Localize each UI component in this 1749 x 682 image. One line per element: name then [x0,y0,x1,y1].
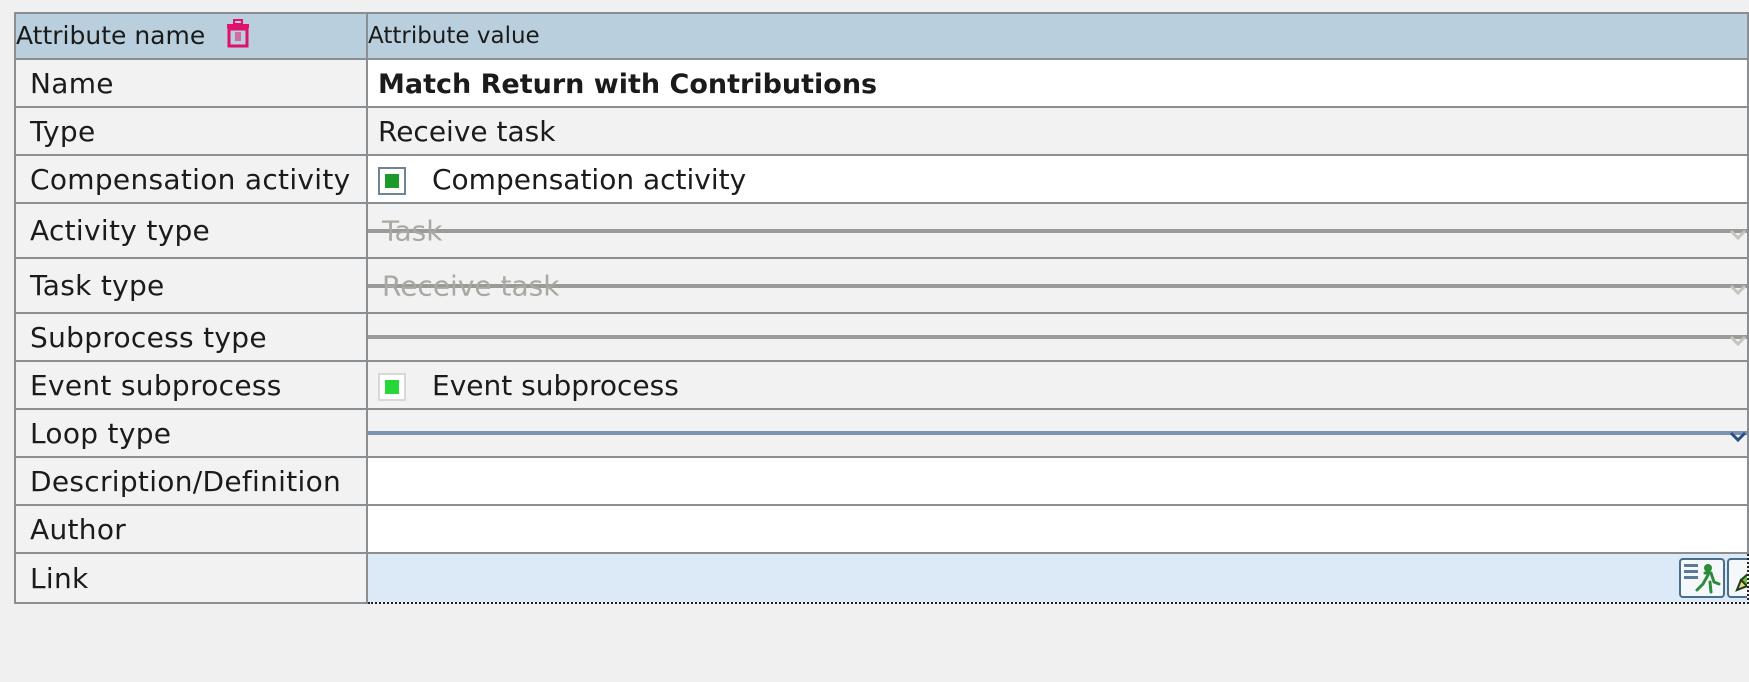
trash-icon[interactable] [223,18,253,54]
task-type-label: Task type [14,257,368,314]
name-label: Name [14,58,368,108]
event-subprocess-label: Event subprocess [14,360,368,410]
table-row-link: Link [14,552,1749,604]
task-type-cell: Receive task [366,257,1749,314]
task-type-value: Receive task [382,269,560,302]
run-link-icon[interactable] [1679,558,1725,598]
description-label: Description/Definition [14,456,368,506]
activity-type-dropdown: Task [369,214,1746,247]
event-subprocess-checkbox [378,372,406,401]
attributes-table: Attribute name Attribute value Name Matc… [14,12,1749,604]
table-row-name: Name Match Return with Contributions [14,58,1749,108]
subprocess-type-label: Subprocess type [14,312,368,362]
loop-type-cell [366,408,1749,458]
table-row-type: Type Receive task [14,106,1749,156]
compensation-activity-checkbox-label[interactable]: Compensation activity [432,163,746,196]
table-row-author: Author [14,504,1749,554]
type-label: Type [14,106,368,156]
link-value-field[interactable] [366,552,1749,604]
author-value-field[interactable] [366,504,1749,554]
activity-type-value: Task [382,214,443,247]
checkbox-fill [385,173,399,188]
compensation-activity-label: Compensation activity [14,154,368,204]
author-label: Author [14,504,368,554]
table-row-event-subprocess: Event subprocess Event subprocess [14,360,1749,410]
loop-type-label: Loop type [14,408,368,458]
attribute-value-header[interactable]: Attribute value [366,12,1749,60]
table-row-loop-type: Loop type [14,408,1749,458]
type-value: Receive task [366,106,1749,156]
checkbox-fill [385,379,399,394]
name-value-field[interactable]: Match Return with Contributions [366,58,1749,108]
table-row-task-type: Task type Receive task [14,257,1749,314]
activity-type-label: Activity type [14,202,368,259]
attribute-name-header[interactable]: Attribute name [14,12,368,60]
description-value-field[interactable] [366,456,1749,506]
link-label: Link [14,552,368,604]
table-row-activity-type: Activity type Task [14,202,1749,259]
name-value: Match Return with Contributions [378,68,878,100]
table-row-compensation: Compensation activity Compensation activ… [14,154,1749,204]
table-row-description: Description/Definition [14,456,1749,506]
subprocess-type-cell [366,312,1749,362]
compensation-activity-checkbox[interactable] [378,166,406,195]
table-row-subprocess-type: Subprocess type [14,312,1749,362]
attribute-name-header-label: Attribute name [16,21,206,50]
compensation-activity-cell: Compensation activity [366,154,1749,204]
pencil-icon[interactable] [1727,558,1746,598]
attribute-value-header-label: Attribute value [368,23,540,49]
event-subprocess-cell: Event subprocess [366,360,1749,410]
subprocess-type-dropdown [369,335,1746,347]
activity-type-cell: Task [366,202,1749,259]
loop-type-dropdown[interactable] [369,431,1746,443]
event-subprocess-checkbox-label: Event subprocess [432,368,679,402]
task-type-dropdown: Receive task [369,269,1746,302]
table-header-row: Attribute name Attribute value [14,12,1749,60]
